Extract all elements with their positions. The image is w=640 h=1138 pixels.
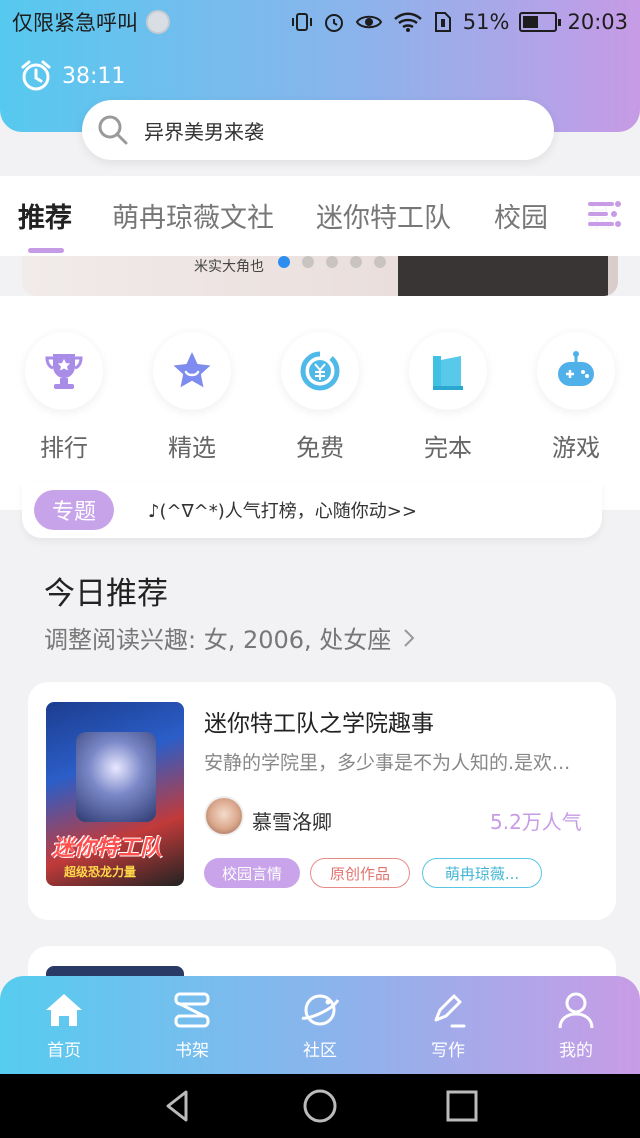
section-title: 今日推荐 xyxy=(44,576,168,612)
gamepad-icon xyxy=(558,351,594,386)
category-label: 排行 xyxy=(40,434,88,462)
timer-value: 38:11 xyxy=(62,63,126,89)
bottom-navigation: 首页 书架 社区 写作 我的 xyxy=(0,976,640,1074)
vibrate-icon xyxy=(291,13,312,31)
active-tab-indicator xyxy=(28,248,64,253)
interest-settings-link[interactable]: 调整阅读兴趣: 女, 2006, 处女座 xyxy=(44,620,417,655)
category-games[interactable]: 游戏 xyxy=(536,332,616,463)
tag-group[interactable]: 萌冉琼薇... xyxy=(422,858,542,888)
recents-icon[interactable] xyxy=(444,1088,480,1124)
book-cover: 迷你特工队 超级恐龙力量 xyxy=(46,702,184,886)
category-label: 游戏 xyxy=(552,434,600,462)
nav-profile[interactable]: 我的 xyxy=(512,976,640,1074)
book-icon xyxy=(433,356,463,390)
eye-icon xyxy=(355,15,382,29)
wifi-icon xyxy=(393,12,422,32)
nav-home[interactable]: 首页 xyxy=(0,976,128,1074)
avatar xyxy=(204,796,244,836)
carousel-dot[interactable] xyxy=(302,256,314,268)
banner-carousel[interactable]: 米实大角也 xyxy=(22,256,618,296)
home-button-icon[interactable] xyxy=(302,1088,338,1124)
cover-subtitle: 超级恐龙力量 xyxy=(64,865,137,879)
category-free[interactable]: 免费 xyxy=(280,332,360,463)
battery-icon xyxy=(519,12,562,32)
search-input[interactable]: 异界美男来袭 xyxy=(144,116,264,145)
section-subtitle: 调整阅读兴趣: 女, 2006, 处女座 xyxy=(44,626,392,654)
author-name: 慕雪洛卿 xyxy=(252,810,332,834)
trophy-icon xyxy=(45,354,83,389)
bookshelf-icon xyxy=(174,992,210,1027)
planet-icon xyxy=(301,994,340,1025)
banner-caption: 米实大角也 xyxy=(194,259,264,275)
sim-icon xyxy=(434,12,451,32)
clock: 20:03 xyxy=(567,10,628,34)
category-label: 免费 xyxy=(296,434,344,462)
alarm-status-icon xyxy=(324,14,343,32)
category-tabs: 推荐 萌冉琼薇文社 迷你特工队 校园 晶 xyxy=(0,176,640,256)
nav-write[interactable]: 写作 xyxy=(384,976,512,1074)
nav-label: 写作 xyxy=(431,1040,465,1061)
carousel-dot[interactable] xyxy=(278,256,290,268)
carousel-dot[interactable] xyxy=(374,256,386,268)
nav-label: 社区 xyxy=(303,1040,337,1061)
cloud-icon xyxy=(146,10,170,34)
book-card[interactable]: 迷你特工队 超级恐龙力量 迷你特工队之学院趣事 安静的学院里，多少事是不为人知的… xyxy=(28,682,616,920)
carousel-dot[interactable] xyxy=(350,256,362,268)
reading-timer[interactable]: 38:11 xyxy=(18,58,125,94)
category-label: 精选 xyxy=(168,434,216,462)
yen-icon xyxy=(300,351,340,391)
banner-image xyxy=(398,256,608,296)
search-icon xyxy=(98,115,128,145)
user-icon xyxy=(558,992,594,1028)
back-icon[interactable] xyxy=(160,1088,196,1124)
search-bar[interactable]: 异界美男来袭 xyxy=(82,100,554,160)
chevron-right-icon xyxy=(404,628,415,647)
nav-label: 我的 xyxy=(559,1040,593,1061)
category-completed[interactable]: 完本 xyxy=(408,332,488,463)
tag-campus-romance[interactable]: 校园言情 xyxy=(204,858,300,888)
popularity-count: 5.2万人气 xyxy=(490,810,582,834)
home-icon xyxy=(46,993,82,1026)
battery-percent: 51% xyxy=(462,10,510,34)
topic-strip[interactable]: 专题 ♪(^∇^*)人气打榜，心随你动>> xyxy=(22,482,602,538)
topic-text: ♪(^∇^*)人气打榜，心随你动>> xyxy=(148,501,417,522)
category-grid: 排行 精选 免费 完本 游戏 xyxy=(0,296,640,510)
cover-title: 迷你特工队 xyxy=(52,836,163,861)
book-description: 安静的学院里，多少事是不为人知的.是欢... xyxy=(204,752,571,774)
menu-icon[interactable] xyxy=(584,194,628,234)
alarm-clock-icon xyxy=(21,60,51,91)
nav-label: 书架 xyxy=(175,1040,209,1061)
nav-bookshelf[interactable]: 书架 xyxy=(128,976,256,1074)
carousel-dots xyxy=(278,256,386,268)
tag-original[interactable]: 原创作品 xyxy=(310,858,410,888)
pen-icon xyxy=(434,994,466,1027)
carousel-dot[interactable] xyxy=(326,256,338,268)
tab-campus[interactable]: 校园 xyxy=(494,196,548,235)
category-ranking[interactable]: 排行 xyxy=(24,332,104,463)
nav-community[interactable]: 社区 xyxy=(256,976,384,1074)
category-featured[interactable]: 精选 xyxy=(152,332,232,463)
category-label: 完本 xyxy=(424,434,472,462)
system-navigation-bar xyxy=(0,1074,640,1138)
tab-mini-agents[interactable]: 迷你特工队 xyxy=(316,196,451,235)
carrier-label: 仅限紧急呼叫 xyxy=(12,11,138,35)
tab-mengran[interactable]: 萌冉琼薇文社 xyxy=(112,196,274,235)
star-icon xyxy=(173,352,211,388)
topic-badge: 专题 xyxy=(34,490,115,530)
tab-recommend[interactable]: 推荐 xyxy=(18,196,72,235)
nav-label: 首页 xyxy=(47,1040,81,1061)
status-bar: 仅限紧急呼叫 51% 20:03 xyxy=(0,0,640,44)
book-title: 迷你特工队之学院趣事 xyxy=(204,711,434,737)
